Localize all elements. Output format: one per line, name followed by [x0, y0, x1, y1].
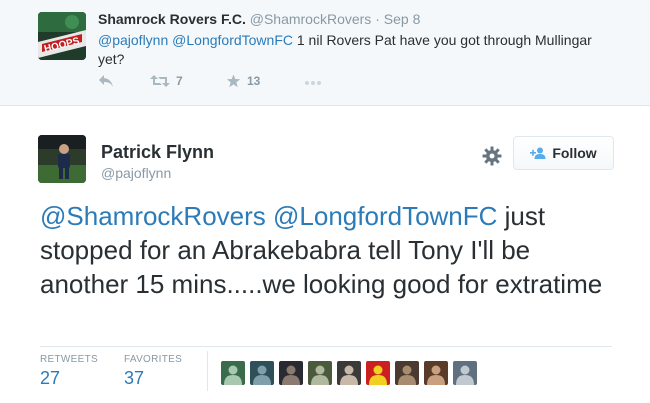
stats-divider: [40, 346, 612, 347]
follow-button-label: Follow: [552, 145, 597, 161]
mention-link[interactable]: @LongfordTownFC: [172, 32, 293, 48]
retweets-count: 27: [40, 368, 61, 388]
retweet-count: 7: [176, 74, 183, 88]
favorite-button[interactable]: 13: [226, 74, 260, 88]
favoriter-avatar-1[interactable]: [221, 361, 245, 385]
parent-tweet[interactable]: HOOPS Shamrock Rovers F.C. @ShamrockRove…: [0, 0, 650, 106]
retweet-icon: [150, 75, 170, 87]
favoriter-avatar-4[interactable]: [308, 361, 332, 385]
reply-button[interactable]: [98, 74, 114, 88]
favorites-label: FAVORITES: [124, 354, 183, 365]
favorite-count: 13: [247, 74, 261, 88]
star-icon: [226, 74, 241, 88]
favoriter-avatar-9[interactable]: [453, 361, 477, 385]
favoriter-avatar-2[interactable]: [250, 361, 274, 385]
add-person-icon: [530, 147, 546, 159]
favoriter-avatar-8[interactable]: [424, 361, 448, 385]
mention-link[interactable]: @ShamrockRovers: [40, 201, 266, 231]
author-name[interactable]: Patrick Flynn: [101, 142, 214, 163]
tweet-text: @ShamrockRovers @LongfordTownFC just sto…: [40, 199, 620, 301]
parent-author-handle[interactable]: @ShamrockRovers: [250, 11, 372, 27]
parent-tweet-text: @pajoflynn @LongfordTownFC 1 nil Rovers …: [98, 31, 618, 69]
club-crest-image: HOOPS: [38, 12, 86, 60]
more-button[interactable]: [304, 80, 322, 86]
favoriter-avatar-7[interactable]: [395, 361, 419, 385]
author-handle[interactable]: @pajoflynn: [101, 165, 171, 181]
parent-author-name[interactable]: Shamrock Rovers F.C.: [98, 11, 246, 27]
retweets-stat[interactable]: RETWEETS 27: [40, 354, 98, 389]
favoriter-avatars: [221, 361, 477, 385]
parent-tweet-date[interactable]: Sep 8: [384, 11, 421, 27]
parent-tweet-header: Shamrock Rovers F.C. @ShamrockRovers · S…: [98, 11, 420, 27]
favoriter-avatar-5[interactable]: [337, 361, 361, 385]
favoriter-avatar-3[interactable]: [279, 361, 303, 385]
mention-link[interactable]: @LongfordTownFC: [273, 201, 497, 231]
gear-icon[interactable]: [481, 145, 503, 167]
retweets-label: RETWEETS: [40, 354, 98, 365]
stats-separator: [207, 351, 208, 391]
profile-photo: [38, 135, 86, 183]
shamrock-rovers-avatar[interactable]: HOOPS: [38, 12, 86, 60]
more-icon: [305, 81, 321, 85]
favoriter-avatar-6[interactable]: [366, 361, 390, 385]
header-separator: ·: [375, 11, 380, 27]
retweet-button[interactable]: 7: [150, 74, 183, 88]
favorites-count: 37: [124, 368, 145, 388]
reply-icon: [99, 75, 113, 87]
favorites-stat[interactable]: FAVORITES 37: [124, 354, 182, 389]
settings-gear-glyph: [482, 146, 502, 166]
mention-link[interactable]: @pajoflynn: [98, 32, 168, 48]
follow-button[interactable]: Follow: [513, 136, 614, 170]
patrick-flynn-avatar[interactable]: [38, 135, 86, 183]
